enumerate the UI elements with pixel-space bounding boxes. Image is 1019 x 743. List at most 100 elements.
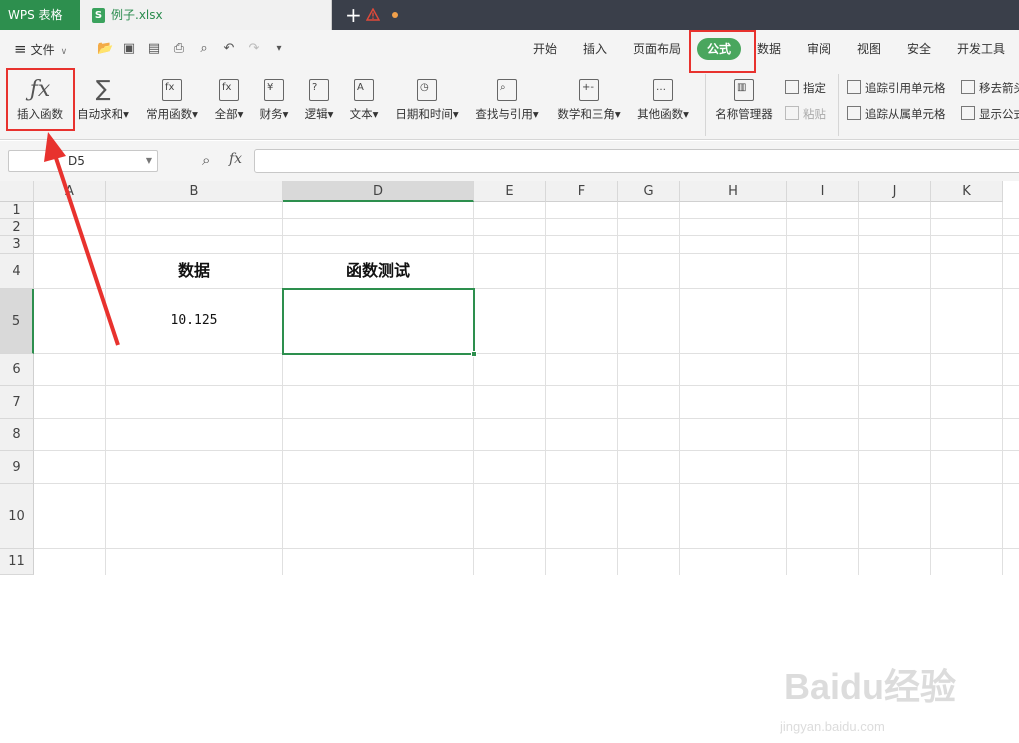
sigma-icon: ∑ xyxy=(95,77,111,102)
grid-line xyxy=(473,202,474,575)
app-tab[interactable]: WPS 表格 xyxy=(0,0,80,30)
paste-name-button[interactable]: 粘贴 xyxy=(785,104,826,124)
grid-line xyxy=(930,202,931,575)
common-functions-button[interactable]: fx 常用函数▾ xyxy=(142,76,202,134)
cell-D4[interactable]: 函数测试 xyxy=(283,254,473,288)
row-header-4[interactable]: 4 xyxy=(0,254,34,289)
row-header-7[interactable]: 7 xyxy=(0,386,34,419)
text-functions-button[interactable]: A 文本▾ xyxy=(345,76,383,134)
grid-line xyxy=(786,202,787,575)
clock-icon: ◷ xyxy=(417,79,437,101)
column-header-J[interactable]: J xyxy=(859,181,931,202)
common-functions-label: 常用函数 xyxy=(146,107,193,121)
row-header-10[interactable]: 10 xyxy=(0,484,34,549)
select-all-corner[interactable] xyxy=(0,181,34,202)
row-header-5[interactable]: 5 xyxy=(0,289,34,354)
column-header-F[interactable]: F xyxy=(546,181,618,202)
file-tab[interactable]: S 例子.xlsx xyxy=(80,0,398,30)
column-header-E[interactable]: E xyxy=(474,181,546,202)
formula-input[interactable] xyxy=(254,149,1019,173)
math-trig-label: 数学和三角 xyxy=(557,107,615,121)
tab-view[interactable]: 视图 xyxy=(854,38,884,60)
paste-icon xyxy=(785,106,799,120)
column-header-I[interactable]: I xyxy=(787,181,859,202)
chevron-down-icon[interactable]: ▼ xyxy=(146,151,152,171)
trace-dependents-button[interactable]: 追踪从属单元格 xyxy=(847,104,946,124)
print-icon[interactable]: ⎙ xyxy=(171,41,187,57)
tab-home[interactable]: 开始 xyxy=(530,38,560,60)
cell-B4[interactable]: 数据 xyxy=(106,254,282,288)
zoom-search-icon[interactable]: ⌕ xyxy=(202,151,210,169)
lookup-button[interactable]: ⌕ 查找与引用▾ xyxy=(471,76,543,134)
tab-developer[interactable]: 开发工具 xyxy=(954,38,1008,60)
title-bar: WPS 表格 S 例子.xlsx + xyxy=(0,0,1019,30)
unsaved-dot-icon xyxy=(392,12,398,18)
datetime-button[interactable]: ◷ 日期和时间▾ xyxy=(391,76,463,134)
ribbon-divider xyxy=(705,74,706,136)
spreadsheet-file-icon: S xyxy=(92,8,105,23)
open-icon[interactable]: 📂 xyxy=(97,41,113,57)
trace-dependents-label: 追踪从属单元格 xyxy=(865,107,946,121)
hamburger-icon: ≡ xyxy=(14,40,27,58)
row-header-2[interactable]: 2 xyxy=(0,219,34,236)
row-header-11[interactable]: 11 xyxy=(0,549,34,575)
row-header-9[interactable]: 9 xyxy=(0,451,34,484)
trace-precedents-button[interactable]: 追踪引用单元格 xyxy=(847,78,946,98)
pdf-icon[interactable]: ▤ xyxy=(146,41,162,57)
show-formulas-button[interactable]: 显示公式 xyxy=(961,104,1019,124)
name-manager-icon: ▥ xyxy=(734,79,754,101)
all-functions-button[interactable]: fx 全部▾ xyxy=(210,76,248,134)
column-header-G[interactable]: G xyxy=(618,181,680,202)
column-header-D[interactable]: D xyxy=(283,181,474,202)
show-formulas-label: 显示公式 xyxy=(979,107,1019,121)
fill-handle[interactable] xyxy=(471,351,477,357)
column-header-K[interactable]: K xyxy=(931,181,1003,202)
specify-button[interactable]: 指定 xyxy=(785,78,826,98)
print-preview-icon[interactable]: ⌕ xyxy=(196,41,212,57)
redo-icon[interactable]: ↷ xyxy=(246,41,262,57)
name-manager-label: 名称管理器 xyxy=(715,107,773,121)
row-header-8[interactable]: 8 xyxy=(0,419,34,451)
warning-icon[interactable] xyxy=(366,8,380,21)
file-menu-button[interactable]: ≡ 文件 ∨ xyxy=(14,38,67,60)
watermark-brand: Baidu经验 xyxy=(784,666,956,707)
selected-cell-D5[interactable] xyxy=(282,288,475,355)
grid-line xyxy=(34,450,1019,451)
trace-precedents-label: 追踪引用单元格 xyxy=(865,81,946,95)
new-tab-button[interactable]: + xyxy=(345,3,362,27)
save-icon[interactable]: ▣ xyxy=(121,41,137,57)
cell-B5[interactable]: 10.125 xyxy=(106,289,282,353)
tab-page-layout[interactable]: 页面布局 xyxy=(630,38,684,60)
file-menu-label: 文件 xyxy=(30,43,55,57)
tab-security[interactable]: 安全 xyxy=(904,38,934,60)
customize-icon[interactable]: ▾ xyxy=(271,41,287,57)
datetime-label: 日期和时间 xyxy=(395,107,453,121)
fx-button[interactable]: fx xyxy=(229,151,242,167)
name-manager-button[interactable]: ▥ 名称管理器 xyxy=(711,76,777,134)
other-functions-button[interactable]: … 其他函数▾ xyxy=(633,76,693,134)
tab-insert[interactable]: 插入 xyxy=(580,38,610,60)
finance-label: 财务 xyxy=(259,107,283,121)
annotation-arrow xyxy=(44,132,120,346)
math-trig-button[interactable]: +- 数学和三角▾ xyxy=(553,76,625,134)
grid-line xyxy=(617,202,618,575)
grid-line xyxy=(858,202,859,575)
formula-bar: D5 ▼ ⌕ fx xyxy=(0,141,1019,181)
column-header-H[interactable]: H xyxy=(680,181,787,202)
menu-bar: ≡ 文件 ∨ 📂 ▣ ▤ ⎙ ⌕ ↶ ↷ ▾ 开始 插入 页面布局 公式 数据 审阅… xyxy=(0,30,1019,68)
lookup-icon: ⌕ xyxy=(497,79,517,101)
row-header-3[interactable]: 3 xyxy=(0,236,34,254)
autosum-button[interactable]: ∑ 自动求和▾ xyxy=(74,76,132,134)
tab-review[interactable]: 审阅 xyxy=(804,38,834,60)
tab-data[interactable]: 数据 xyxy=(754,38,784,60)
row-header-6[interactable]: 6 xyxy=(0,354,34,386)
remove-arrows-button[interactable]: 移去箭头 xyxy=(961,78,1019,98)
column-header-B[interactable]: B xyxy=(106,181,283,202)
spreadsheet-grid: A B D E F G H I J K 1 2 3 4 5 6 7 8 9 10… xyxy=(0,181,1019,734)
row-header-1[interactable]: 1 xyxy=(0,202,34,219)
logic-button[interactable]: ? 逻辑▾ xyxy=(300,76,338,134)
autosum-label: 自动求和 xyxy=(77,107,124,121)
undo-icon[interactable]: ↶ xyxy=(221,41,237,57)
chevron-down-icon: ∨ xyxy=(60,47,68,57)
finance-button[interactable]: ¥ 财务▾ xyxy=(255,76,293,134)
